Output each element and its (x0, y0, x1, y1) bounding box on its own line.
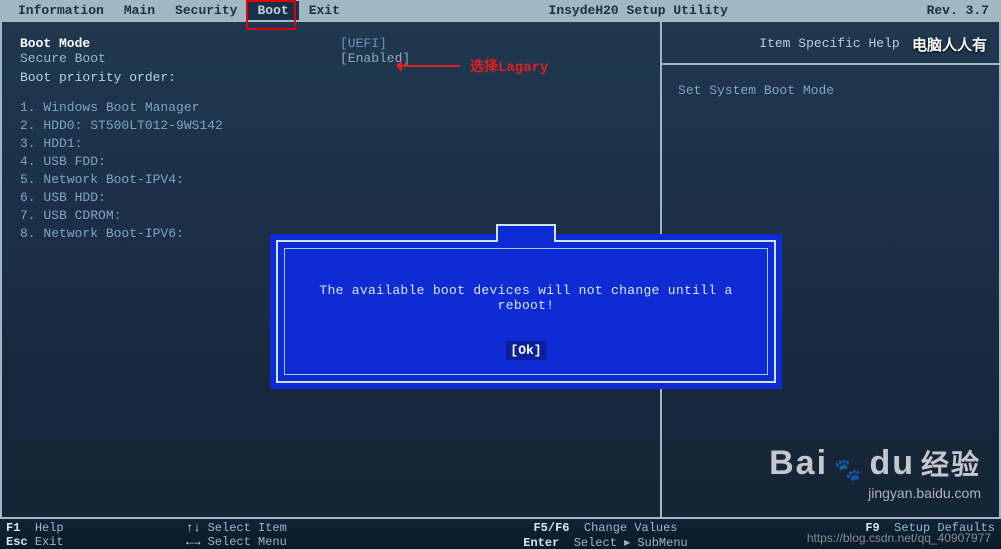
bios-title: InsydeH20 Setup Utility (350, 3, 927, 18)
list-item[interactable]: 3. HDD1: (20, 135, 642, 153)
key-f5f6: F5/F6 (533, 521, 569, 535)
watermark-csdn: https://blog.csdn.net/qq_40907977 (807, 531, 991, 545)
boot-priority-list[interactable]: 1. Windows Boot Manager 2. HDD0: ST500LT… (20, 99, 642, 243)
watermark-baidu-en: Bai (769, 444, 828, 483)
list-item[interactable]: 7. USB CDROM: (20, 207, 642, 225)
bios-revision: Rev. 3.7 (927, 3, 993, 18)
key-esc-label: Exit (35, 535, 64, 549)
watermark-baidu-url: jingyan.baidu.com (769, 485, 981, 501)
tab-exit[interactable]: Exit (299, 1, 350, 20)
watermark-baidu-cn: 经验 (921, 443, 981, 483)
key-leftright: ←→ (186, 535, 200, 549)
info-dialog: The available boot devices will not chan… (276, 240, 776, 383)
paw-icon: 🐾 (834, 457, 863, 483)
list-item[interactable]: 1. Windows Boot Manager (20, 99, 642, 117)
key-enter-label: Select ▸ SubMenu (574, 536, 688, 549)
key-f1-label: Help (35, 521, 64, 535)
dialog-message: The available boot devices will not chan… (297, 283, 755, 313)
list-item[interactable]: 5. Network Boot-IPV4: (20, 171, 642, 189)
boot-mode-value[interactable]: [UEFI] (340, 36, 387, 51)
help-text: Set System Boot Mode (678, 83, 981, 98)
key-updown-label: Select Item (208, 521, 287, 535)
watermark-top: 电脑人人有 (912, 34, 987, 55)
key-f1: F1 (6, 521, 20, 535)
key-leftright-label: Select Menu (208, 535, 287, 549)
key-esc: Esc (6, 535, 28, 549)
help-divider (660, 63, 999, 65)
menu-bar: Information Main Security Boot Exit Insy… (0, 0, 1001, 20)
dialog-tab-icon (496, 224, 556, 242)
ok-button[interactable]: [Ok] (506, 341, 545, 360)
watermark-baidu: Bai🐾du 经验 jingyan.baidu.com (769, 443, 981, 501)
key-enter: Enter (523, 536, 559, 549)
tab-information[interactable]: Information (8, 1, 114, 20)
boot-priority-title: Boot priority order: (20, 70, 642, 85)
secure-boot-label: Secure Boot (20, 51, 340, 66)
list-item[interactable]: 4. USB FDD: (20, 153, 642, 171)
secure-boot-value[interactable]: [Enabled] (340, 51, 410, 66)
watermark-baidu-du: du (869, 444, 915, 483)
list-item[interactable]: 2. HDD0: ST500LT012-9WS142 (20, 117, 642, 135)
tab-main[interactable]: Main (114, 1, 165, 20)
tab-boot[interactable]: Boot (247, 1, 298, 20)
key-f5f6-label: Change Values (584, 521, 678, 535)
tab-security[interactable]: Security (165, 1, 247, 20)
boot-mode-label: Boot Mode (20, 36, 340, 51)
list-item[interactable]: 6. USB HDD: (20, 189, 642, 207)
key-updown: ↑↓ (186, 521, 200, 535)
